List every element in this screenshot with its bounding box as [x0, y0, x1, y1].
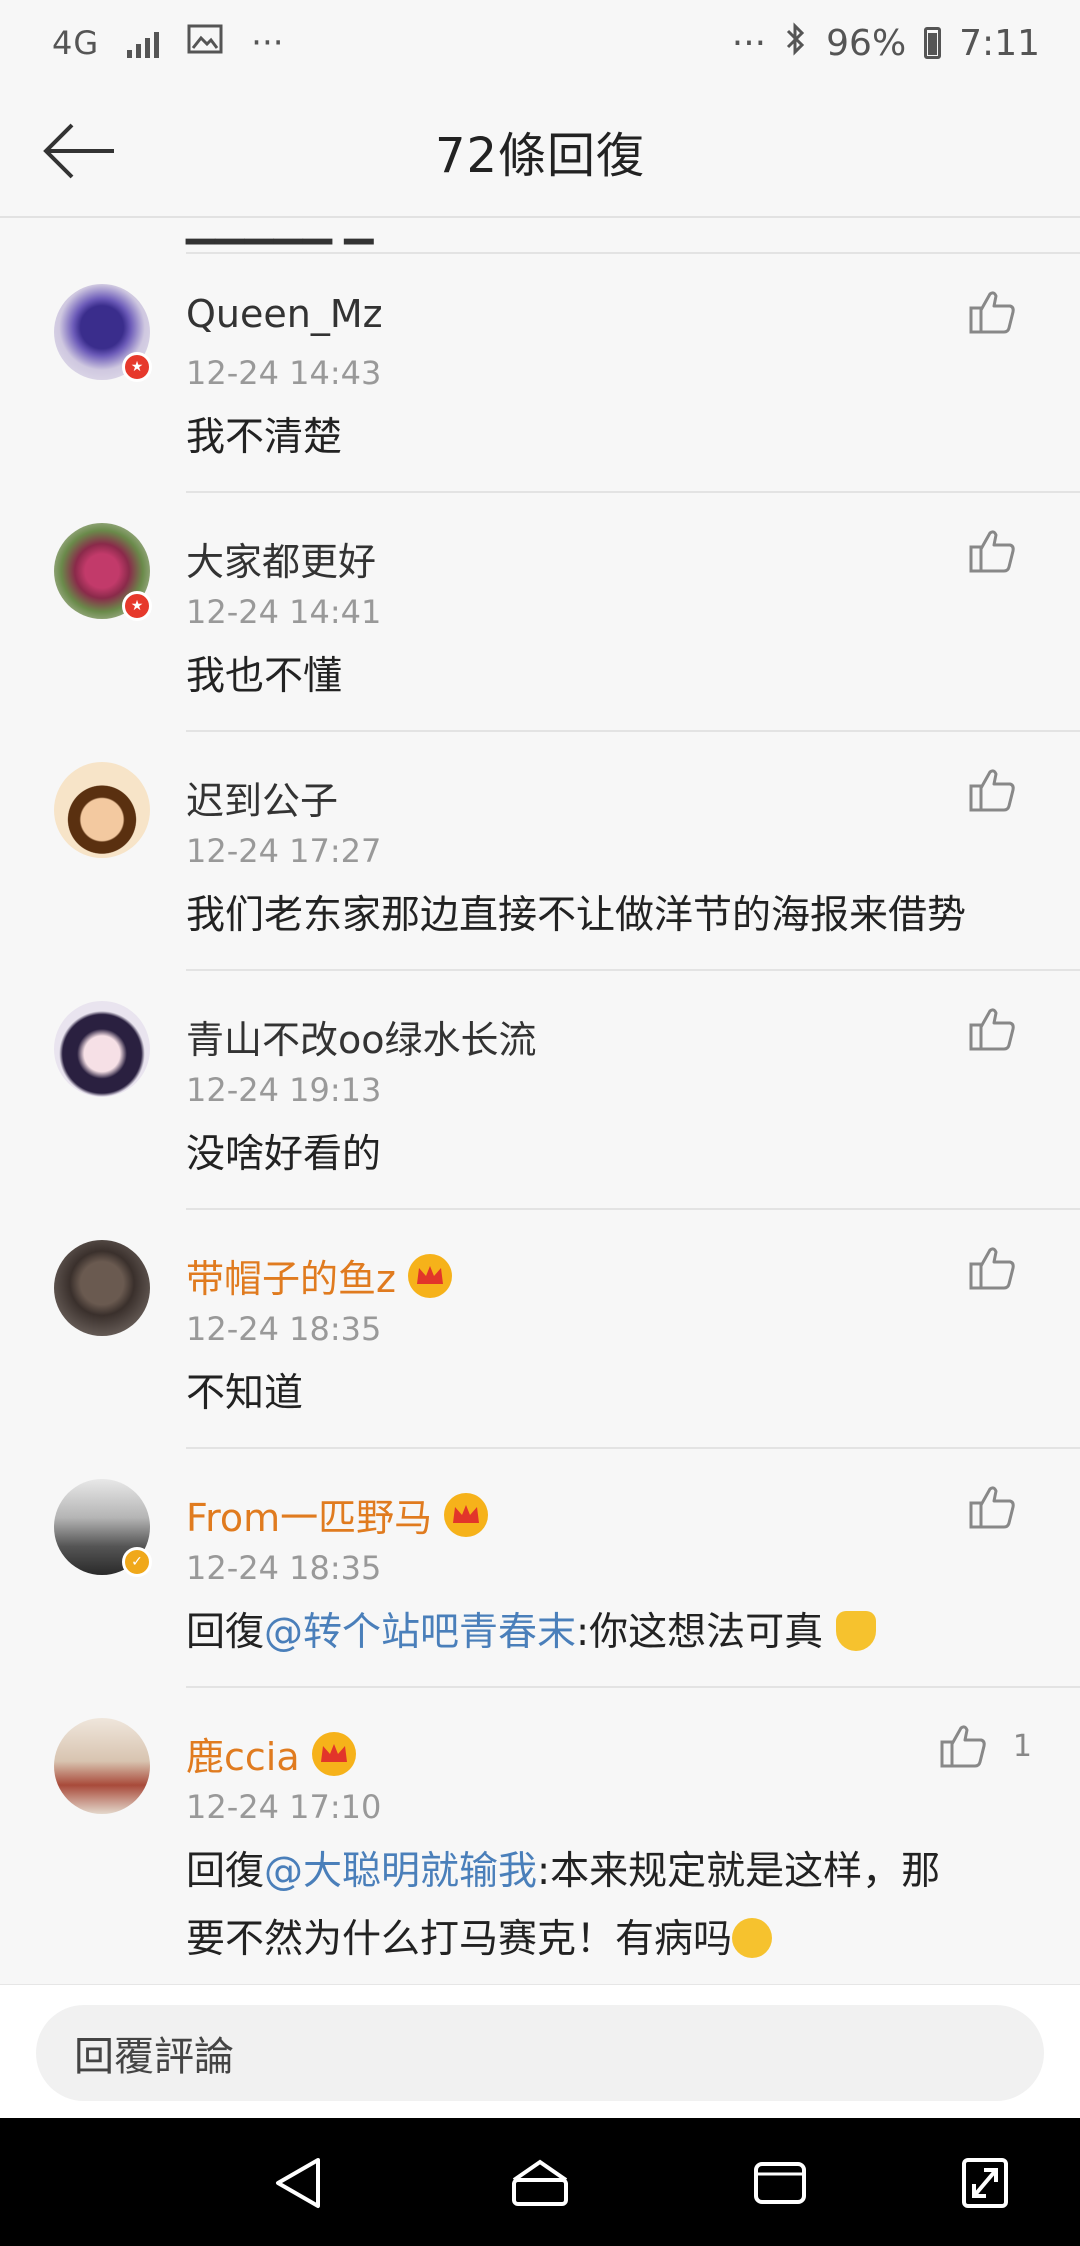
reply-body: :你这想法可真 — [576, 1610, 824, 1655]
comment-line-1: 回復@大聪明就输我:本来规定就是这样，那 — [186, 1838, 1046, 1906]
timestamp: 12-24 19:13 — [186, 1071, 382, 1109]
nav-back-button[interactable] — [264, 2148, 334, 2218]
thumbs-up-icon — [969, 769, 1015, 812]
username-text: 鹿ccia — [186, 1735, 300, 1779]
nav-home-button[interactable] — [505, 2148, 575, 2218]
comment-text: 我们老东家那边直接不让做洋节的海报来借势 — [186, 893, 967, 938]
timestamp: 12-24 14:41 — [186, 593, 382, 631]
comment-list[interactable]: ▁▁▁▁▁ ▁ ★ Queen_Mz 12-24 14:43 我不清楚 ★ 大家… — [0, 218, 1080, 1984]
page-title: 72條回復 — [434, 128, 646, 184]
timestamp: 12-24 17:27 — [186, 832, 382, 870]
network-type: 4G — [52, 24, 100, 62]
back-arrow-icon — [43, 123, 114, 179]
timestamp: 12-24 18:35 — [186, 1549, 382, 1587]
timestamp: 12-24 18:35 — [186, 1310, 382, 1348]
thumbs-up-icon — [969, 1486, 1015, 1529]
like-button[interactable] — [960, 280, 1024, 344]
emoji-icon — [835, 1611, 876, 1651]
comment-text: 我也不懂 — [186, 654, 343, 699]
surprised-emoji-icon — [732, 1918, 773, 1958]
reply-body: :本来规定就是这样，那 — [537, 1849, 941, 1894]
bluetooth-icon — [784, 21, 808, 66]
username-text: From一匹野马 — [186, 1496, 433, 1540]
reply-prefix: 回復 — [186, 1610, 265, 1655]
triangle-back-icon — [276, 2158, 320, 2208]
more-notifications: ··· — [251, 23, 284, 63]
avatar[interactable] — [54, 762, 150, 858]
verified-badge: ✓ — [122, 1547, 152, 1577]
comment-item[interactable]: 鹿ccia 12-24 17:10 回復@大聪明就输我:本来规定就是这样，那 要… — [0, 1688, 1080, 1984]
reply-input[interactable]: 回覆評論 — [36, 2005, 1044, 2101]
like-button[interactable] — [960, 997, 1024, 1061]
username[interactable]: 迟到公子 — [186, 770, 338, 825]
image-icon — [187, 23, 223, 63]
verified-badge: ★ — [122, 591, 152, 621]
signal-icon — [127, 28, 160, 58]
like-button[interactable] — [960, 519, 1024, 583]
header: 72條回復 — [0, 86, 1080, 218]
mention-link[interactable]: @转个站吧青春末 — [264, 1610, 576, 1655]
avatar[interactable] — [54, 1718, 150, 1814]
comment-text: 我不清楚 — [186, 415, 343, 460]
comment-text: 回復@转个站吧青春末:你这想法可真 — [186, 1599, 1046, 1667]
status-bar: 4G ··· ··· 96% 7:11 — [0, 0, 1080, 86]
username-text: 带帽子的鱼z — [186, 1257, 396, 1301]
thumbs-up-icon — [969, 530, 1015, 573]
comment-item[interactable]: 迟到公子 12-24 17:27 我们老东家那边直接不让做洋节的海报来借势 — [0, 732, 1080, 971]
status-right: ··· 96% 7:11 — [732, 21, 1040, 66]
like-button[interactable] — [960, 1475, 1024, 1539]
comment-line-2: 要不然为什么打马赛克！有病吗 — [186, 1906, 1046, 1974]
avatar[interactable] — [54, 1240, 150, 1336]
comment-item[interactable]: ✓ From一匹野马 12-24 18:35 回復@转个站吧青春末:你这想法可真 — [0, 1449, 1080, 1688]
expand-icon — [962, 2158, 1008, 2208]
comment-item[interactable]: 带帽子的鱼z 12-24 18:35 不知道 — [0, 1210, 1080, 1449]
avatar[interactable]: ★ — [54, 284, 152, 382]
username[interactable]: 青山不改oo绿水长流 — [186, 1009, 537, 1064]
reply-bar: 回覆評論 — [0, 1984, 1080, 2118]
username[interactable]: From一匹野马 — [186, 1487, 489, 1542]
username[interactable]: 大家都更好 — [186, 531, 376, 586]
username[interactable]: 鹿ccia — [186, 1726, 356, 1781]
reply-prefix: 回復 — [186, 1849, 265, 1894]
system-nav-bar — [0, 2118, 1080, 2246]
more-status: ··· — [731, 22, 767, 64]
crown-icon — [311, 1731, 356, 1776]
comment-item[interactable]: ★ Queen_Mz 12-24 14:43 我不清楚 — [0, 254, 1080, 493]
thumbs-up-icon — [969, 291, 1015, 334]
comment-item[interactable]: 青山不改oo绿水长流 12-24 19:13 没啥好看的 — [0, 971, 1080, 1210]
nav-expand-button[interactable] — [950, 2148, 1020, 2218]
like-button[interactable]: 1 — [939, 1714, 1032, 1778]
reply-body-2: 要不然为什么打马赛克！有病吗 — [186, 1917, 733, 1962]
like-count: 1 — [1012, 1728, 1032, 1764]
clock: 7:11 — [959, 22, 1040, 64]
comment-item[interactable]: ★ 大家都更好 12-24 14:41 我也不懂 — [0, 493, 1080, 732]
nav-recents-button[interactable] — [745, 2148, 815, 2218]
back-button[interactable] — [38, 116, 120, 186]
like-button[interactable] — [960, 1236, 1024, 1300]
avatar[interactable] — [54, 1001, 150, 1097]
like-button[interactable] — [960, 758, 1024, 822]
home-icon — [512, 2159, 568, 2206]
username[interactable]: 带帽子的鱼z — [186, 1248, 452, 1303]
thumbs-up-icon — [969, 1247, 1015, 1290]
status-left: 4G ··· — [52, 23, 284, 63]
timestamp: 12-24 14:43 — [186, 354, 382, 392]
comment-text: 不知道 — [186, 1371, 304, 1416]
username[interactable]: Queen_Mz — [186, 292, 383, 336]
clipped-previous-comment: ▁▁▁▁▁ ▁ — [186, 218, 374, 244]
mention-link[interactable]: @大聪明就输我 — [264, 1849, 537, 1894]
avatar[interactable]: ✓ — [54, 1479, 152, 1577]
thumbs-up-icon — [969, 1008, 1015, 1051]
timestamp: 12-24 17:10 — [186, 1788, 382, 1826]
avatar[interactable]: ★ — [54, 523, 152, 621]
recents-icon — [754, 2162, 806, 2204]
verified-badge: ★ — [122, 352, 152, 382]
thumbs-up-icon — [940, 1725, 986, 1768]
comment-text: 没啥好看的 — [186, 1132, 382, 1177]
crown-icon — [444, 1492, 489, 1537]
comment-text: 回復@大聪明就输我:本来规定就是这样，那 要不然为什么打马赛克！有病吗 — [186, 1838, 1046, 1974]
crown-icon — [407, 1253, 452, 1298]
battery-icon — [924, 27, 942, 59]
battery-percent: 96% — [826, 22, 907, 64]
